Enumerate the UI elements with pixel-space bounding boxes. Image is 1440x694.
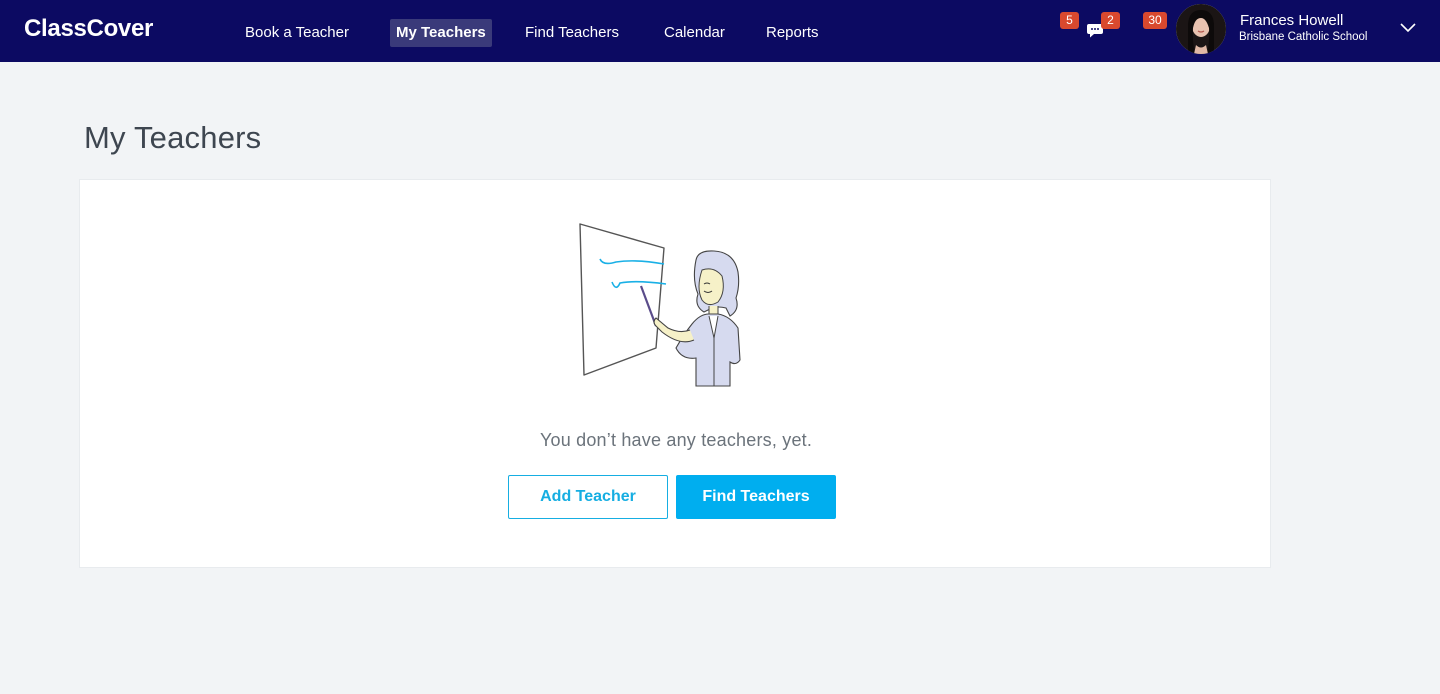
user-avatar[interactable]	[1176, 4, 1226, 54]
alerts-count-badge[interactable]: 5	[1060, 12, 1079, 29]
requests-count-badge[interactable]: 30	[1143, 12, 1167, 29]
find-teachers-button[interactable]: Find Teachers	[676, 475, 836, 519]
chevron-down-icon[interactable]	[1399, 20, 1417, 34]
classcover-logo[interactable]: ClassCover	[24, 15, 153, 43]
nav-book-a-teacher[interactable]: Book a Teacher	[239, 19, 355, 47]
top-navigation-bar: ClassCover Book a Teacher My Teachers Fi…	[0, 0, 1440, 62]
user-avatar-image	[1176, 4, 1226, 54]
nav-my-teachers[interactable]: My Teachers	[390, 19, 492, 47]
nav-calendar[interactable]: Calendar	[658, 19, 731, 47]
empty-state-message: You don’t have any teachers, yet.	[539, 430, 813, 450]
nav-find-teachers[interactable]: Find Teachers	[519, 19, 625, 47]
page-title: My Teachers	[84, 120, 262, 155]
empty-state-card: You don’t have any teachers, yet. Add Te…	[79, 179, 1271, 568]
messages-count-badge[interactable]: 2	[1101, 12, 1120, 29]
nav-reports[interactable]: Reports	[760, 19, 825, 47]
add-teacher-button[interactable]: Add Teacher	[508, 475, 668, 519]
user-name[interactable]: Frances Howell	[1240, 12, 1343, 29]
user-school: Brisbane Catholic School	[1239, 31, 1368, 43]
teacher-whiteboard-illustration	[579, 223, 741, 387]
